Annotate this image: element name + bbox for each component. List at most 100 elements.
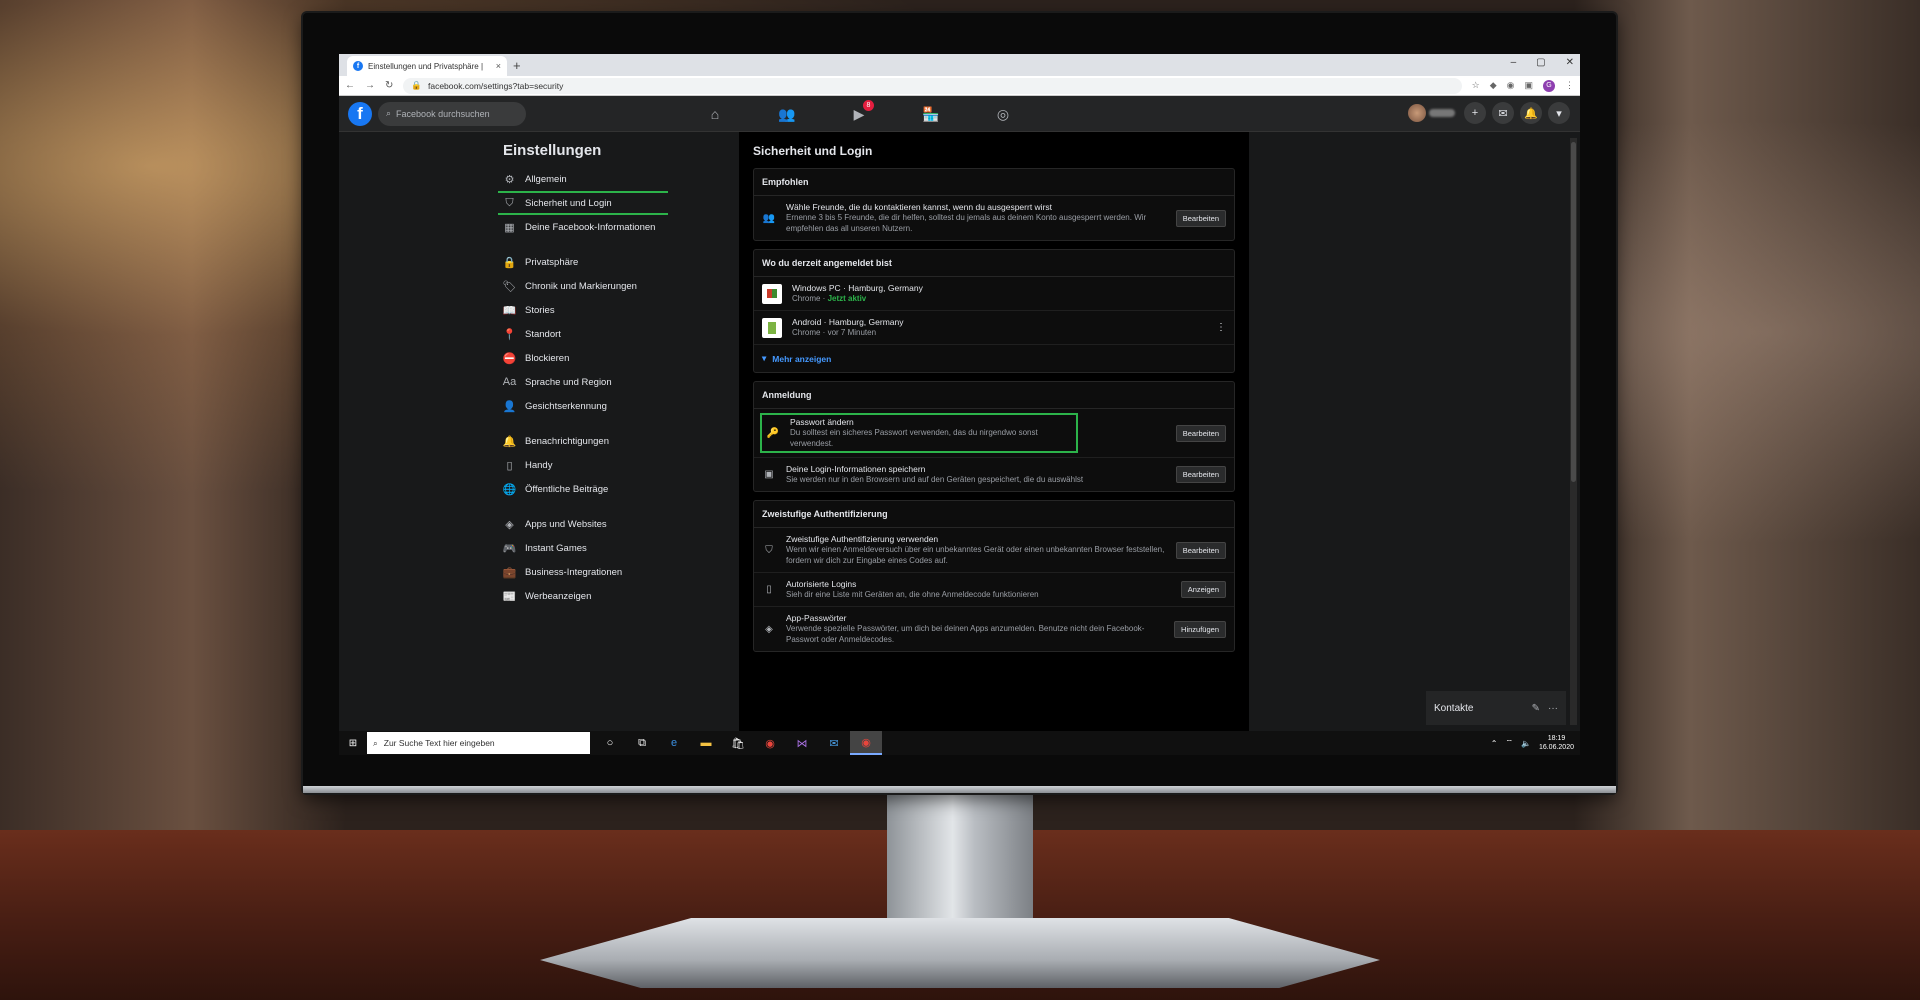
sidebar-item-chronik-und-markierungen[interactable]: 🏷 Chronik und Markierungen: [498, 274, 668, 298]
sidebar-item-werbeanzeigen[interactable]: 📰 Werbeanzeigen: [498, 584, 668, 608]
create-plus-icon[interactable]: +: [1464, 102, 1486, 124]
sidebar-item-sprache-und-region[interactable]: Aa Sprache und Region: [498, 370, 668, 394]
sidebar-item-icon: 👤: [502, 400, 517, 413]
sidebar-item-stories[interactable]: 📖 Stories: [498, 298, 668, 322]
cube-icon: ◈: [765, 623, 773, 635]
shield-icon: ⛉: [765, 544, 773, 556]
edit-button[interactable]: Bearbeiten: [1175, 466, 1226, 483]
back-icon[interactable]: ←: [345, 80, 355, 91]
minimize-button[interactable]: –: [1511, 57, 1517, 68]
extension-icon[interactable]: ◉: [1507, 80, 1515, 91]
reload-icon[interactable]: ↻: [385, 80, 393, 91]
sidebar-item-icon: 📍: [502, 328, 517, 341]
facebook-logo[interactable]: f: [348, 101, 372, 126]
facebook-right-controls: + ✉ 🔔 ▾: [1408, 102, 1570, 124]
task-view-icon[interactable]: ⧉: [626, 731, 658, 755]
sidebar-item-standort[interactable]: 📍 Standort: [498, 322, 668, 346]
more-options-icon[interactable]: ⋮: [1216, 322, 1226, 333]
edge-icon[interactable]: e: [658, 731, 690, 755]
authorized-logins-desc: Sieh dir eine Liste mit Geräten an, die …: [786, 590, 1039, 599]
close-window-button[interactable]: ✕: [1566, 57, 1574, 68]
twofa-use-row[interactable]: ⛉ Zweistufige Authentifizierung verwende…: [754, 528, 1234, 573]
sidebar-item-instant-games[interactable]: 🎮 Instant Games: [498, 536, 668, 560]
windows-start-icon[interactable]: ⊞: [339, 738, 367, 749]
contacts-bar[interactable]: Kontakte ✎ ···: [1426, 691, 1566, 725]
notifications-bell-icon[interactable]: 🔔: [1520, 102, 1542, 124]
sidebar-item-gesichtserkennung[interactable]: 👤 Gesichtserkennung: [498, 394, 668, 418]
sidebar-item-label: Gesichtserkennung: [525, 400, 607, 412]
session-row-android[interactable]: Android · Hamburg, Germany Chrome · vor …: [754, 311, 1234, 345]
maximize-button[interactable]: ▢: [1536, 57, 1545, 68]
browser-tab[interactable]: f Einstellungen und Privatsphäre | ×: [347, 56, 507, 76]
authorized-logins-row[interactable]: ▯ Autorisierte Logins Sieh dir eine List…: [754, 573, 1234, 607]
sidebar-item-benachrichtigungen[interactable]: 🔔 Benachrichtigungen: [498, 429, 668, 453]
sidebar-item-sicherheit-und-login[interactable]: ⛉ Sicherheit und Login: [498, 191, 668, 215]
sidebar-item-apps-und-websites[interactable]: ◈ Apps und Websites: [498, 512, 668, 536]
page-scrollbar[interactable]: [1570, 138, 1577, 725]
trusted-friends-row[interactable]: 👥 Wähle Freunde, die du kontaktieren kan…: [754, 196, 1234, 240]
contacts-more-icon[interactable]: ···: [1548, 703, 1558, 714]
home-icon[interactable]: ⌂: [679, 96, 751, 132]
save-login-row[interactable]: ▣ Deine Login-Informationen speichern Si…: [754, 458, 1234, 491]
lock-icon: 🔒: [411, 80, 422, 90]
sidebar-item-deine-facebook-informationen[interactable]: ▦ Deine Facebook-Informationen: [498, 215, 668, 239]
messenger-icon[interactable]: ✉: [1492, 102, 1514, 124]
session-row-windows[interactable]: Windows PC · Hamburg, Germany Chrome · J…: [754, 277, 1234, 311]
sidebar-item-icon: ⛉: [505, 196, 514, 209]
sidebar-item-business-integrationen[interactable]: 💼 Business-Integrationen: [498, 560, 668, 584]
volume-icon[interactable]: 🔈: [1521, 739, 1531, 748]
cortana-icon[interactable]: ○: [594, 731, 626, 755]
edit-button[interactable]: Bearbeiten: [1175, 209, 1226, 227]
profile-shortcut[interactable]: [1408, 103, 1458, 123]
sidebar-item-privatsphäre[interactable]: 🔒 Privatsphäre: [498, 250, 668, 274]
chrome-menu-icon[interactable]: ⋮: [1565, 80, 1574, 91]
twofa-card: Zweistufige Authentifizierung ⛉ Zweistuf…: [753, 500, 1235, 652]
view-button[interactable]: Anzeigen: [1180, 581, 1226, 598]
tray-chevron-icon[interactable]: ⌃: [1491, 739, 1498, 748]
taskbar-apps: ○ ⧉ e ▬ 🛍 ◉ ⋈ ✉ ◉: [594, 731, 882, 755]
url-field[interactable]: 🔒 facebook.com/settings?tab=security: [403, 77, 1462, 94]
change-password-row[interactable]: 🔑 Passwort ändern Du solltest ein sicher…: [754, 409, 1234, 458]
tab-close-icon[interactable]: ×: [496, 61, 501, 71]
chrome-active-icon[interactable]: ◉: [850, 731, 882, 755]
visual-studio-icon[interactable]: ⋈: [786, 731, 818, 755]
network-icon[interactable]: ⌔: [1505, 738, 1513, 748]
groups-icon[interactable]: ◎: [967, 96, 1039, 132]
sidebar-item-handy[interactable]: ▯ Handy: [498, 453, 668, 477]
sidebar-item-icon: ⛔: [502, 352, 517, 365]
marketplace-icon[interactable]: 🏪: [895, 96, 967, 132]
tray-clock[interactable]: 18:19 16.06.2020: [1539, 734, 1574, 752]
taskbar-search-input[interactable]: ⌕ Zur Suche Text hier eingeben: [367, 732, 590, 754]
file-explorer-icon[interactable]: ▬: [690, 731, 722, 755]
watch-icon[interactable]: ▶ 8: [823, 96, 895, 132]
sidebar-item-öffentliche-beiträge[interactable]: 🌐 Öffentliche Beiträge: [498, 477, 668, 501]
save-login-icon: ▣: [764, 469, 774, 480]
facebook-search-input[interactable]: ⌕ Facebook durchsuchen: [378, 101, 526, 126]
sidebar-item-blockieren[interactable]: ⛔ Blockieren: [498, 346, 668, 370]
sidebar-item-label: Business-Integrationen: [525, 566, 623, 578]
add-button[interactable]: Hinzufügen: [1174, 620, 1226, 638]
new-message-icon[interactable]: ✎: [1532, 703, 1540, 714]
app-passwords-row[interactable]: ◈ App-Passwörter Verwende spezielle Pass…: [754, 607, 1234, 651]
star-icon[interactable]: ☆: [1472, 80, 1480, 91]
chevron-down-icon: ▾: [762, 353, 767, 363]
account-dropdown-icon[interactable]: ▾: [1548, 102, 1570, 124]
edit-button[interactable]: Bearbeiten: [1175, 424, 1226, 442]
store-icon[interactable]: 🛍: [722, 731, 754, 755]
sidebar-item-allgemein[interactable]: ⚙ Allgemein: [498, 167, 668, 191]
scrollbar-thumb[interactable]: [1571, 142, 1576, 482]
mail-icon[interactable]: ✉: [818, 731, 850, 755]
show-more-link[interactable]: ▾ Mehr anzeigen: [754, 345, 1234, 372]
new-tab-button[interactable]: +: [513, 56, 521, 76]
watch-badge: 8: [863, 100, 874, 111]
chrome-profile-avatar[interactable]: G: [1543, 79, 1555, 92]
extension-icon[interactable]: ▣: [1524, 80, 1533, 91]
forward-icon[interactable]: →: [365, 80, 375, 91]
chrome-icon[interactable]: ◉: [754, 731, 786, 755]
android-device-icon: [762, 317, 782, 338]
sidebar-item-icon: 🌐: [502, 483, 517, 496]
extension-icon[interactable]: ◆: [1490, 80, 1497, 91]
edit-button[interactable]: Bearbeiten: [1175, 541, 1226, 559]
friends-icon[interactable]: 👥: [751, 96, 823, 132]
sidebar-item-icon: ◈: [505, 518, 514, 531]
